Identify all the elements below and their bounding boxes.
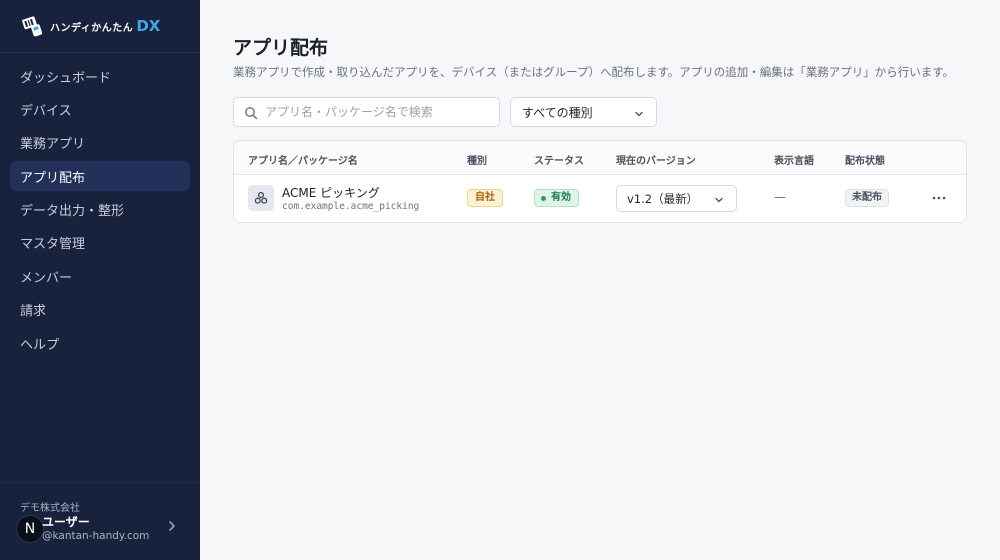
distribution-badge: 未配布 [845,189,889,207]
status-badge: 有効 [534,189,579,207]
app-cluster-icon [248,185,274,211]
search-input[interactable] [265,105,485,119]
org-name: デモ株式会社 [20,503,80,514]
sidebar-item-help[interactable]: ヘルプ [10,328,190,358]
page-title: アプリ配布 [233,37,329,59]
display-language: — [774,190,786,204]
sidebar-item-label: ダッシュボード [20,70,112,86]
chevron-down-icon [714,194,724,204]
table-header: アプリ名／パッケージ名 種別 ステータス 現在のバージョン 表示言語 配布状態 [234,141,966,175]
sidebar-item-business-apps[interactable]: 業務アプリ [10,128,190,158]
sidebar-item-members[interactable]: メンバー [10,261,190,291]
sidebar: ハンディかんたん DX ダッシュボード デバイス 業務アプリ アプリ配布 データ… [0,0,200,560]
search-icon [244,105,258,120]
sidebar-item-label: マスタ管理 [20,237,86,253]
brand[interactable]: ハンディかんたん DX [0,0,200,53]
version-select[interactable]: v1.2（最新） [616,185,737,212]
user-name: ユーザー [42,515,90,529]
user-menu[interactable]: デモ株式会社 N ユーザー @kantan-handy.com [0,482,200,560]
sidebar-item-app-distribution[interactable]: アプリ配布 [10,161,190,192]
sidebar-item-dashboard[interactable]: ダッシュボード [10,61,190,91]
brand-name: ハンディかんたん [50,22,134,34]
main-content: アプリ配布 業務アプリで作成・取り込んだアプリを、デバイス（またはグループ）へ配… [200,0,1000,560]
app-package-name: com.example.acme_picking [282,201,420,212]
avatar: N [16,515,44,543]
sidebar-item-label: 業務アプリ [20,137,86,153]
type-filter-select[interactable]: すべての種別 [510,97,657,127]
type-filter-value: すべての種別 [522,105,593,120]
column-header-language[interactable]: 表示言語 [774,152,814,167]
app-distribution-table: アプリ名／パッケージ名 種別 ステータス 現在のバージョン 表示言語 配布状態 … [233,140,967,223]
column-header-status[interactable]: ステータス [534,152,584,167]
column-header-type[interactable]: 種別 [467,152,487,167]
brand-suffix: DX [136,17,161,35]
column-header-name[interactable]: アプリ名／パッケージ名 [248,152,358,167]
sidebar-item-master-data[interactable]: マスタ管理 [10,228,190,258]
app-name[interactable]: ACME ピッキング [282,184,380,201]
type-badge: 自社 [467,189,503,207]
version-value: v1.2（最新） [627,191,699,206]
sidebar-item-label: 請求 [20,304,47,320]
status-label: 有効 [551,192,571,203]
sidebar-item-devices[interactable]: デバイス [10,94,190,124]
status-dot-icon [541,195,546,201]
sidebar-item-label: データ出力・整形 [20,204,125,220]
sidebar-item-label: メンバー [20,270,73,286]
search-box[interactable] [233,97,500,127]
page-description: 業務アプリで作成・取り込んだアプリを、デバイス（またはグループ）へ配布します。ア… [233,65,955,79]
user-email: @kantan-handy.com [42,530,150,542]
sidebar-nav: ダッシュボード デバイス 業務アプリ アプリ配布 データ出力・整形 マスタ管理 … [10,61,190,362]
column-header-distribution[interactable]: 配布状態 [845,152,885,167]
handy-scanner-logo-icon [20,13,46,39]
sidebar-item-label: デバイス [20,103,72,119]
more-horizontal-icon [932,196,946,200]
chevron-down-icon [634,108,644,118]
more-actions-button[interactable] [930,189,948,207]
column-header-version[interactable]: 現在のバージョン [616,152,696,167]
sidebar-item-label: ヘルプ [20,337,60,353]
table-row[interactable]: ACME ピッキング com.example.acme_picking 自社 有… [234,175,966,222]
chevron-right-icon[interactable] [166,517,178,531]
sidebar-item-billing[interactable]: 請求 [10,295,190,325]
sidebar-item-label: アプリ配布 [20,170,86,186]
sidebar-item-data-export[interactable]: データ出力・整形 [10,195,190,225]
